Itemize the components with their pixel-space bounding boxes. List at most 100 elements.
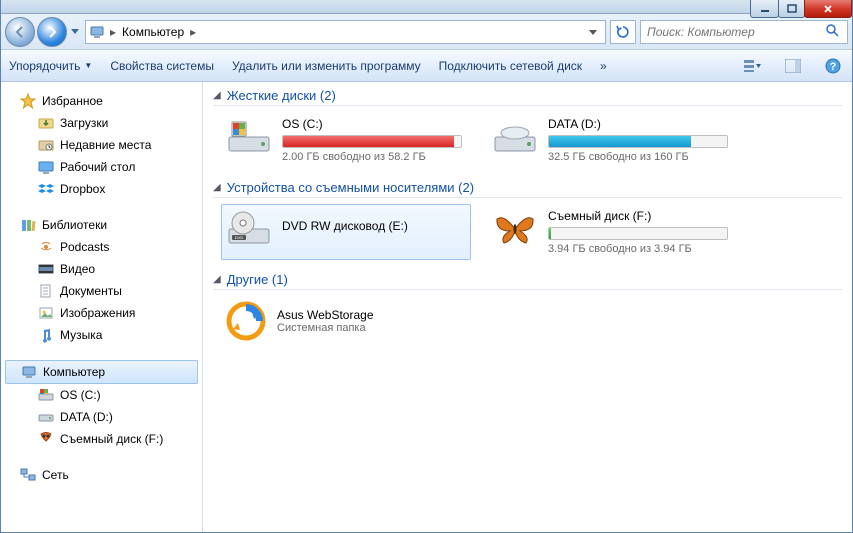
caret-down-icon: ▼	[84, 61, 92, 70]
drive-status: 32.5 ГБ свободно из 160 ГБ	[548, 151, 732, 163]
group-title: Другие (1)	[227, 272, 288, 287]
window-minimize-button[interactable]	[750, 0, 779, 18]
tree-item-drive-f[interactable]: Съемный диск (F:)	[1, 428, 202, 450]
help-button[interactable]: ?	[822, 55, 844, 77]
address-bar[interactable]: ▸ Компьютер ▸	[85, 20, 606, 44]
chevron-right-icon[interactable]: ▸	[188, 25, 198, 39]
tree-item-drive-d[interactable]: DATA (D:)	[1, 406, 202, 428]
tree-item-drive-c[interactable]: OS (C:)	[1, 384, 202, 406]
window-titlebar	[1, 0, 852, 14]
podcasts-icon	[37, 238, 55, 256]
drive-status: 2.00 ГБ свободно из 58.2 ГБ	[282, 151, 466, 163]
collapse-icon: ◢	[213, 182, 221, 193]
toolbar-label: Удалить или изменить программу	[232, 59, 421, 73]
music-icon	[37, 326, 55, 344]
nav-history-dropdown[interactable]	[69, 20, 81, 44]
star-icon	[19, 92, 37, 110]
group-header-other[interactable]: ◢ Другие (1)	[213, 272, 842, 290]
video-icon	[37, 260, 55, 278]
tree-label: Podcasts	[60, 240, 109, 254]
butterfly-icon	[492, 209, 538, 249]
search-icon[interactable]	[825, 23, 841, 40]
window-close-button[interactable]	[804, 0, 852, 18]
address-dropdown[interactable]	[583, 25, 603, 39]
nav-back-button[interactable]	[5, 17, 35, 47]
tree-network[interactable]: Сеть	[1, 464, 202, 486]
tree-item-recent[interactable]: Недавние места	[1, 134, 202, 156]
collapse-icon: ◢	[213, 90, 221, 101]
libraries-icon	[19, 216, 37, 234]
svg-text:DVD: DVD	[235, 235, 244, 240]
group-title: Устройства со съемными носителями (2)	[227, 180, 474, 195]
tree-label: Избранное	[42, 94, 103, 108]
command-bar: Упорядочить ▼ Свойства системы Удалить и…	[1, 50, 852, 82]
map-network-drive-button[interactable]: Подключить сетевой диск	[439, 59, 582, 73]
view-options-button[interactable]	[742, 55, 764, 77]
tree-favorites[interactable]: Избранное	[1, 90, 202, 112]
tree-label: Загрузки	[60, 116, 108, 130]
tree-label: Компьютер	[43, 365, 105, 379]
computer-icon	[88, 23, 106, 41]
organize-label: Упорядочить	[9, 59, 80, 73]
drive-item-f[interactable]: Съемный диск (F:) 3.94 ГБ свободно из 3.…	[487, 204, 737, 260]
breadcrumb-computer[interactable]: Компьютер	[118, 25, 188, 39]
images-icon	[37, 304, 55, 322]
tree-item-podcasts[interactable]: Podcasts	[1, 236, 202, 258]
search-box[interactable]	[640, 20, 848, 44]
tree-label: Видео	[60, 262, 95, 276]
tree-label: DATA (D:)	[60, 410, 113, 424]
window-maximize-button[interactable]	[778, 0, 805, 18]
tree-item-images[interactable]: Изображения	[1, 302, 202, 324]
toolbar-label: Свойства системы	[110, 59, 214, 73]
chevron-right-icon[interactable]: ▸	[108, 25, 118, 39]
drive-name: Съемный диск (F:)	[548, 209, 732, 223]
tree-label: Изображения	[60, 306, 135, 320]
tree-item-documents[interactable]: Документы	[1, 280, 202, 302]
tree-label: Музыка	[60, 328, 102, 342]
drive-item-c[interactable]: OS (C:) 2.00 ГБ свободно из 58.2 ГБ	[221, 112, 471, 168]
capacity-bar	[282, 135, 462, 148]
capacity-bar	[548, 227, 728, 240]
drive-icon	[37, 408, 55, 426]
nav-forward-button[interactable]	[37, 17, 67, 47]
drive-icon	[37, 386, 55, 404]
uninstall-change-button[interactable]: Удалить или изменить программу	[232, 59, 421, 73]
tree-libraries[interactable]: Библиотеки	[1, 214, 202, 236]
tree-item-video[interactable]: Видео	[1, 258, 202, 280]
documents-icon	[37, 282, 55, 300]
tree-item-dropbox[interactable]: Dropbox	[1, 178, 202, 200]
dropbox-icon	[37, 180, 55, 198]
preview-pane-button[interactable]	[782, 55, 804, 77]
drive-name: DATA (D:)	[548, 117, 732, 131]
toolbar-overflow-button[interactable]: »	[600, 59, 607, 73]
system-properties-button[interactable]: Свойства системы	[110, 59, 214, 73]
tree-label: Съемный диск (F:)	[60, 432, 163, 446]
tree-computer[interactable]: Компьютер	[5, 360, 198, 384]
tree-label: Документы	[60, 284, 122, 298]
search-input[interactable]	[647, 25, 825, 39]
toolbar-label: »	[600, 59, 607, 73]
refresh-button[interactable]	[610, 20, 636, 44]
drive-icon	[492, 117, 538, 157]
network-icon	[19, 466, 37, 484]
drive-item-d[interactable]: DATA (D:) 32.5 ГБ свободно из 160 ГБ	[487, 112, 737, 168]
tree-item-music[interactable]: Музыка	[1, 324, 202, 346]
tree-label: Рабочий стол	[60, 160, 135, 174]
navigation-pane: Избранное Загрузки Недавние места Рабочи…	[1, 82, 203, 532]
tree-item-downloads[interactable]: Загрузки	[1, 112, 202, 134]
item-sub: Системная папка	[277, 322, 374, 334]
group-header-removable[interactable]: ◢ Устройства со съемными носителями (2)	[213, 180, 842, 198]
drive-icon	[226, 117, 272, 157]
other-item-asus[interactable]: Asus WebStorage Системная папка	[221, 296, 481, 346]
tree-item-desktop[interactable]: Рабочий стол	[1, 156, 202, 178]
tree-label: Сеть	[42, 468, 69, 482]
content-pane: ◢ Жесткие диски (2) OS (C:) 2.00 ГБ своб…	[203, 82, 852, 532]
group-header-hdd[interactable]: ◢ Жесткие диски (2)	[213, 88, 842, 106]
drive-item-e[interactable]: DVD DVD RW дисковод (E:)	[221, 204, 471, 260]
asus-webstorage-icon	[225, 300, 267, 342]
group-title: Жесткие диски (2)	[227, 88, 336, 103]
organize-menu[interactable]: Упорядочить ▼	[9, 59, 92, 73]
tree-label: Недавние места	[60, 138, 151, 152]
dvd-icon: DVD	[226, 209, 272, 249]
drive-status: 3.94 ГБ свободно из 3.94 ГБ	[548, 243, 732, 255]
